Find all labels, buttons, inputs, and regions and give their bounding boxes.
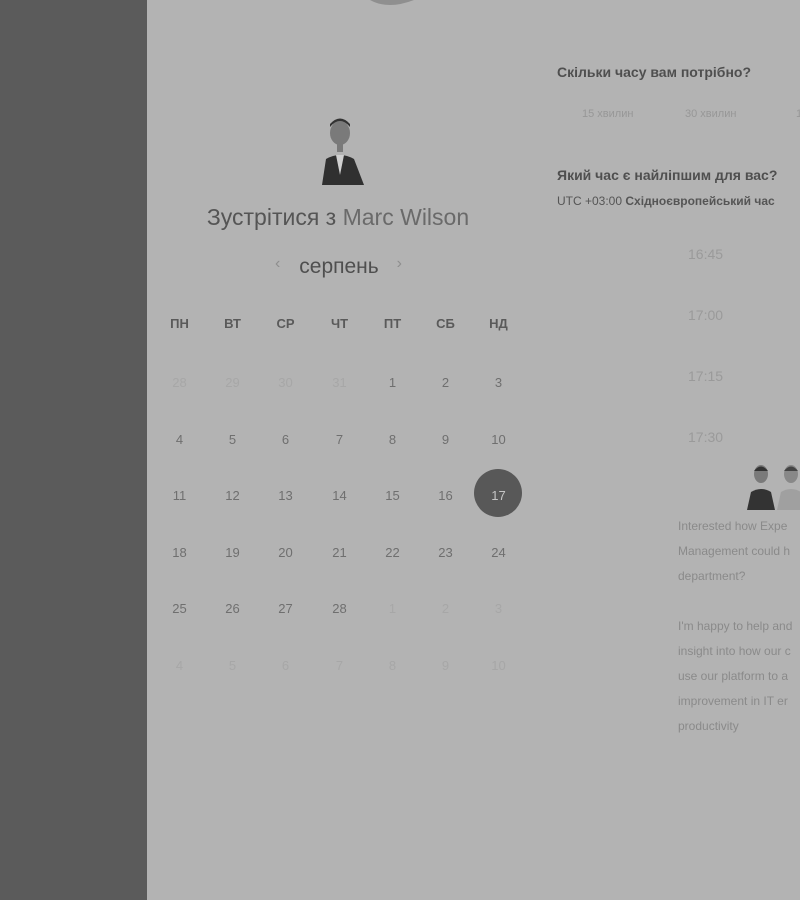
calendar-day[interactable]: 21: [313, 545, 366, 565]
chevron-right-icon[interactable]: ›: [397, 255, 402, 273]
calendar-day[interactable]: 19: [206, 545, 259, 565]
duration-question: Скільки часу вам потрібно?: [557, 64, 752, 80]
duration-option-30[interactable]: 30 хвилин: [685, 108, 736, 120]
weekday-label: СБ: [436, 316, 455, 331]
team-avatars: [747, 465, 800, 510]
weekday-label: ПТ: [383, 316, 402, 331]
meeting-title: Зустрітися з Marc Wilson: [190, 204, 486, 231]
description-line: improvement in IT er: [678, 694, 788, 708]
time-slot-1730[interactable]: 17:30: [688, 429, 723, 445]
calendar-day[interactable]: 28: [313, 601, 366, 621]
meeting-title-prefix: Зустрітися з: [206, 204, 337, 230]
description-line: department?: [678, 569, 746, 583]
calendar-day[interactable]: 16: [419, 488, 472, 508]
calendar-day[interactable]: 4: [153, 432, 206, 452]
calendar-day: 5: [228, 658, 237, 673]
description-line: insight into how our c: [678, 644, 791, 658]
calendar-day[interactable]: 24: [472, 545, 525, 565]
calendar-day-selected[interactable]: 17: [472, 488, 525, 508]
calendar-day[interactable]: 6: [259, 432, 312, 452]
calendar-day: 4: [175, 658, 184, 673]
time-slot-1645[interactable]: 16:45: [688, 246, 723, 262]
calendar-day: 9: [441, 658, 450, 673]
calendar-day[interactable]: 12: [206, 488, 259, 508]
calendar-day: 29: [225, 375, 240, 390]
weekday-label: ЧТ: [330, 316, 349, 331]
calendar-day[interactable]: 7: [313, 432, 366, 452]
calendar-day: 10: [491, 658, 506, 673]
weekday-label: НД: [489, 316, 508, 331]
calendar-day: 3: [494, 601, 503, 616]
time-slot-1715[interactable]: 17:15: [688, 368, 723, 384]
time-slot-1700[interactable]: 17:00: [688, 307, 723, 323]
timezone-selector[interactable]: UTC +03:00 Східноєвропейський час: [557, 194, 775, 208]
description-line: use our platform to a: [678, 669, 789, 683]
duration-option-60[interactable]: 1: [796, 108, 800, 120]
calendar-day: 28: [172, 375, 187, 390]
calendar-day[interactable]: 5: [206, 432, 259, 452]
calendar-day[interactable]: 3: [472, 375, 525, 395]
calendar-day[interactable]: 22: [366, 545, 419, 565]
description-line: Management could h: [678, 544, 791, 558]
calendar-day: 6: [281, 658, 290, 673]
month-label: серпень: [299, 255, 379, 278]
calendar-day: 8: [388, 658, 397, 673]
calendar-day[interactable]: 8: [366, 432, 419, 452]
calendar-day[interactable]: 23: [419, 545, 472, 565]
calendar-day[interactable]: 25: [153, 601, 206, 621]
calendar-day[interactable]: 27: [259, 601, 312, 621]
description-line: productivity: [678, 719, 739, 733]
calendar-day[interactable]: 1: [366, 375, 419, 395]
timezone-name: Східноєвропейський час: [625, 194, 775, 208]
calendar-day: 7: [335, 658, 344, 673]
time-question: Який час є найліпшим для вас?: [557, 167, 778, 183]
sidebar: [0, 0, 147, 900]
calendar-day[interactable]: 15: [366, 488, 419, 508]
weekday-label: СР: [276, 316, 295, 331]
description-line: I'm happy to help and: [678, 619, 793, 633]
calendar-day[interactable]: 11: [153, 488, 206, 508]
host-name: Marc Wilson: [342, 204, 470, 230]
month-navigation: ‹ серпень ›: [264, 255, 414, 281]
logo-icon: [370, 0, 414, 5]
calendar-day[interactable]: 9: [419, 432, 472, 452]
calendar-day: 31: [332, 375, 347, 390]
weekday-label: ПН: [170, 316, 189, 331]
calendar-day: 2: [441, 601, 450, 616]
host-avatar: [322, 118, 364, 185]
timezone-offset: UTC +03:00: [557, 194, 623, 208]
calendar-day: 1: [388, 601, 397, 616]
weekday-label: ВТ: [224, 316, 241, 331]
calendar-day: 30: [278, 375, 293, 390]
duration-option-15[interactable]: 15 хвилин: [582, 108, 633, 120]
calendar-day[interactable]: 10: [472, 432, 525, 452]
calendar-day[interactable]: 26: [206, 601, 259, 621]
calendar-day[interactable]: 20: [259, 545, 312, 565]
calendar-day[interactable]: 18: [153, 545, 206, 565]
calendar-day[interactable]: 2: [419, 375, 472, 395]
calendar-day[interactable]: 13: [259, 488, 312, 508]
description-line: Interested how Expe: [678, 519, 788, 533]
calendar-day[interactable]: 14: [313, 488, 366, 508]
